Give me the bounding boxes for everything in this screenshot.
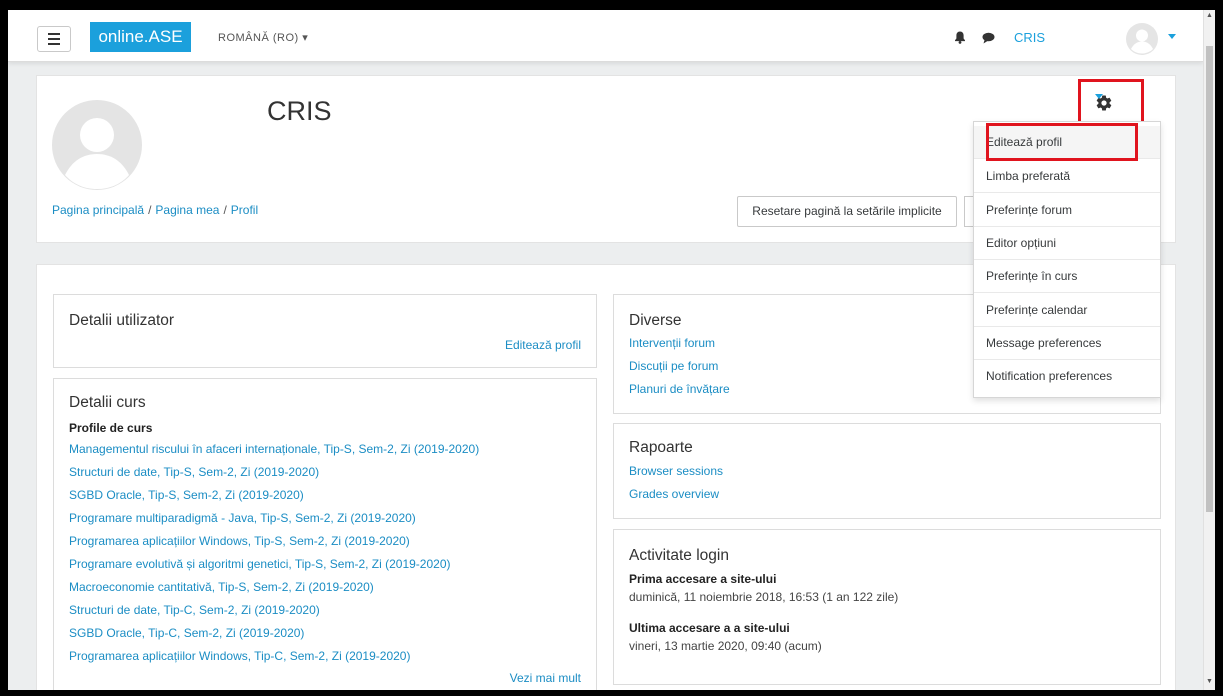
- course-link[interactable]: SGBD Oracle, Tip-S, Sem-2, Zi (2019-2020…: [69, 484, 479, 507]
- course-link[interactable]: Structuri de date, Tip-S, Sem-2, Zi (201…: [69, 461, 479, 484]
- scrollbar-thumb[interactable]: [1206, 46, 1213, 512]
- site-logo[interactable]: online.ASE: [90, 22, 191, 52]
- breadcrumb: Pagina principală / Pagina mea / Profil: [52, 203, 259, 217]
- menu-item-notification-preferences[interactable]: Notification preferences: [974, 360, 1160, 393]
- browser-viewport: online.ASE ROMÂNĂ (RO) ▾ CRIS ▲ ▼ CRIS P…: [8, 10, 1215, 690]
- menu-item-calendar-preferences[interactable]: Preferințe calendar: [974, 294, 1160, 327]
- first-access-label: Prima accesare a site-ului: [629, 572, 777, 586]
- course-profiles-label: Profile de curs: [69, 421, 153, 435]
- reset-page-button[interactable]: Resetare pagină la setările implicite: [737, 196, 957, 227]
- edit-profile-link[interactable]: Editează profil: [505, 338, 581, 352]
- menu-item-forum-preferences[interactable]: Preferințe forum: [974, 194, 1160, 227]
- browser-sessions-link[interactable]: Browser sessions: [629, 464, 723, 478]
- reports-block: Rapoarte Browser sessions Grades overvie…: [613, 423, 1161, 519]
- breadcrumb-profile[interactable]: Profil: [231, 203, 258, 217]
- block-title: Rapoarte: [629, 439, 693, 456]
- page-scrollbar[interactable]: ▲ ▼: [1203, 10, 1215, 690]
- forum-discussions-link[interactable]: Discuții pe forum: [629, 359, 718, 373]
- block-title: Detalii curs: [69, 394, 146, 411]
- menu-item-message-preferences[interactable]: Message preferences: [974, 327, 1160, 360]
- learning-plans-link[interactable]: Planuri de învățare: [629, 382, 730, 396]
- see-more-link[interactable]: Vezi mai mult: [510, 671, 581, 685]
- block-title: Diverse: [629, 312, 682, 329]
- page-title: CRIS: [267, 96, 332, 126]
- settings-dropdown-menu: Editează profil Limba preferată Preferin…: [973, 121, 1161, 398]
- login-activity-block: Activitate login Prima accesare a site-u…: [613, 529, 1161, 685]
- menu-toggle-button[interactable]: [37, 26, 71, 52]
- settings-menu-toggle[interactable]: [1078, 79, 1144, 125]
- course-link[interactable]: Structuri de date, Tip-C, Sem-2, Zi (201…: [69, 599, 479, 622]
- menu-item-course-preferences[interactable]: Preferințe în curs: [974, 260, 1160, 293]
- course-link[interactable]: Macroeconomie cantitativă, Tip-S, Sem-2,…: [69, 576, 479, 599]
- course-link[interactable]: SGBD Oracle, Tip-C, Sem-2, Zi (2019-2020…: [69, 622, 479, 645]
- course-link[interactable]: Managementul riscului în afaceri interna…: [69, 438, 479, 461]
- chat-icon[interactable]: [982, 32, 995, 44]
- course-details-block: Detalii curs Profile de curs Managementu…: [53, 378, 597, 690]
- scroll-up-icon[interactable]: ▲: [1206, 12, 1213, 19]
- bell-icon[interactable]: [954, 31, 966, 44]
- user-avatar-icon[interactable]: [1126, 23, 1158, 55]
- menu-item-edit-profile[interactable]: Editează profil: [974, 126, 1160, 159]
- user-details-block: Detalii utilizator Editează profil: [53, 294, 597, 368]
- course-link[interactable]: Programarea aplicațiilor Windows, Tip-S,…: [69, 530, 479, 553]
- top-navbar: online.ASE ROMÂNĂ (RO) ▾ CRIS: [8, 10, 1203, 62]
- hamburger-icon: [48, 33, 60, 35]
- breadcrumb-my-page[interactable]: Pagina mea: [155, 203, 219, 217]
- hamburger-icon-line: [48, 38, 60, 40]
- breadcrumb-home[interactable]: Pagina principală: [52, 203, 144, 217]
- course-list: Managementul riscului în afaceri interna…: [69, 438, 479, 668]
- profile-avatar: [52, 100, 142, 190]
- menu-item-preferred-language[interactable]: Limba preferată: [974, 160, 1160, 193]
- block-title: Activitate login: [629, 547, 729, 564]
- scroll-down-icon[interactable]: ▼: [1206, 678, 1213, 685]
- course-link[interactable]: Programare multiparadigmă - Java, Tip-S,…: [69, 507, 479, 530]
- chevron-down-icon: [1095, 94, 1103, 99]
- forum-posts-link[interactable]: Intervenții forum: [629, 336, 715, 350]
- block-title: Detalii utilizator: [69, 312, 175, 329]
- menu-item-editor-preferences[interactable]: Editor opțiuni: [974, 227, 1160, 260]
- chevron-down-icon[interactable]: [1168, 34, 1176, 39]
- course-link[interactable]: Programare evolutivă și algoritmi geneti…: [69, 553, 479, 576]
- hamburger-icon-line: [48, 43, 60, 45]
- last-access-value: vineri, 13 martie 2020, 09:40 (acum): [629, 639, 822, 653]
- grades-overview-link[interactable]: Grades overview: [629, 487, 719, 501]
- course-link[interactable]: Programarea aplicațiilor Windows, Tip-C,…: [69, 645, 479, 668]
- user-name-link[interactable]: CRIS: [1014, 30, 1045, 45]
- language-selector[interactable]: ROMÂNĂ (RO) ▾: [218, 31, 308, 44]
- first-access-value: duminică, 11 noiembrie 2018, 16:53 (1 an…: [629, 590, 899, 604]
- last-access-label: Ultima accesare a a site-ului: [629, 621, 790, 635]
